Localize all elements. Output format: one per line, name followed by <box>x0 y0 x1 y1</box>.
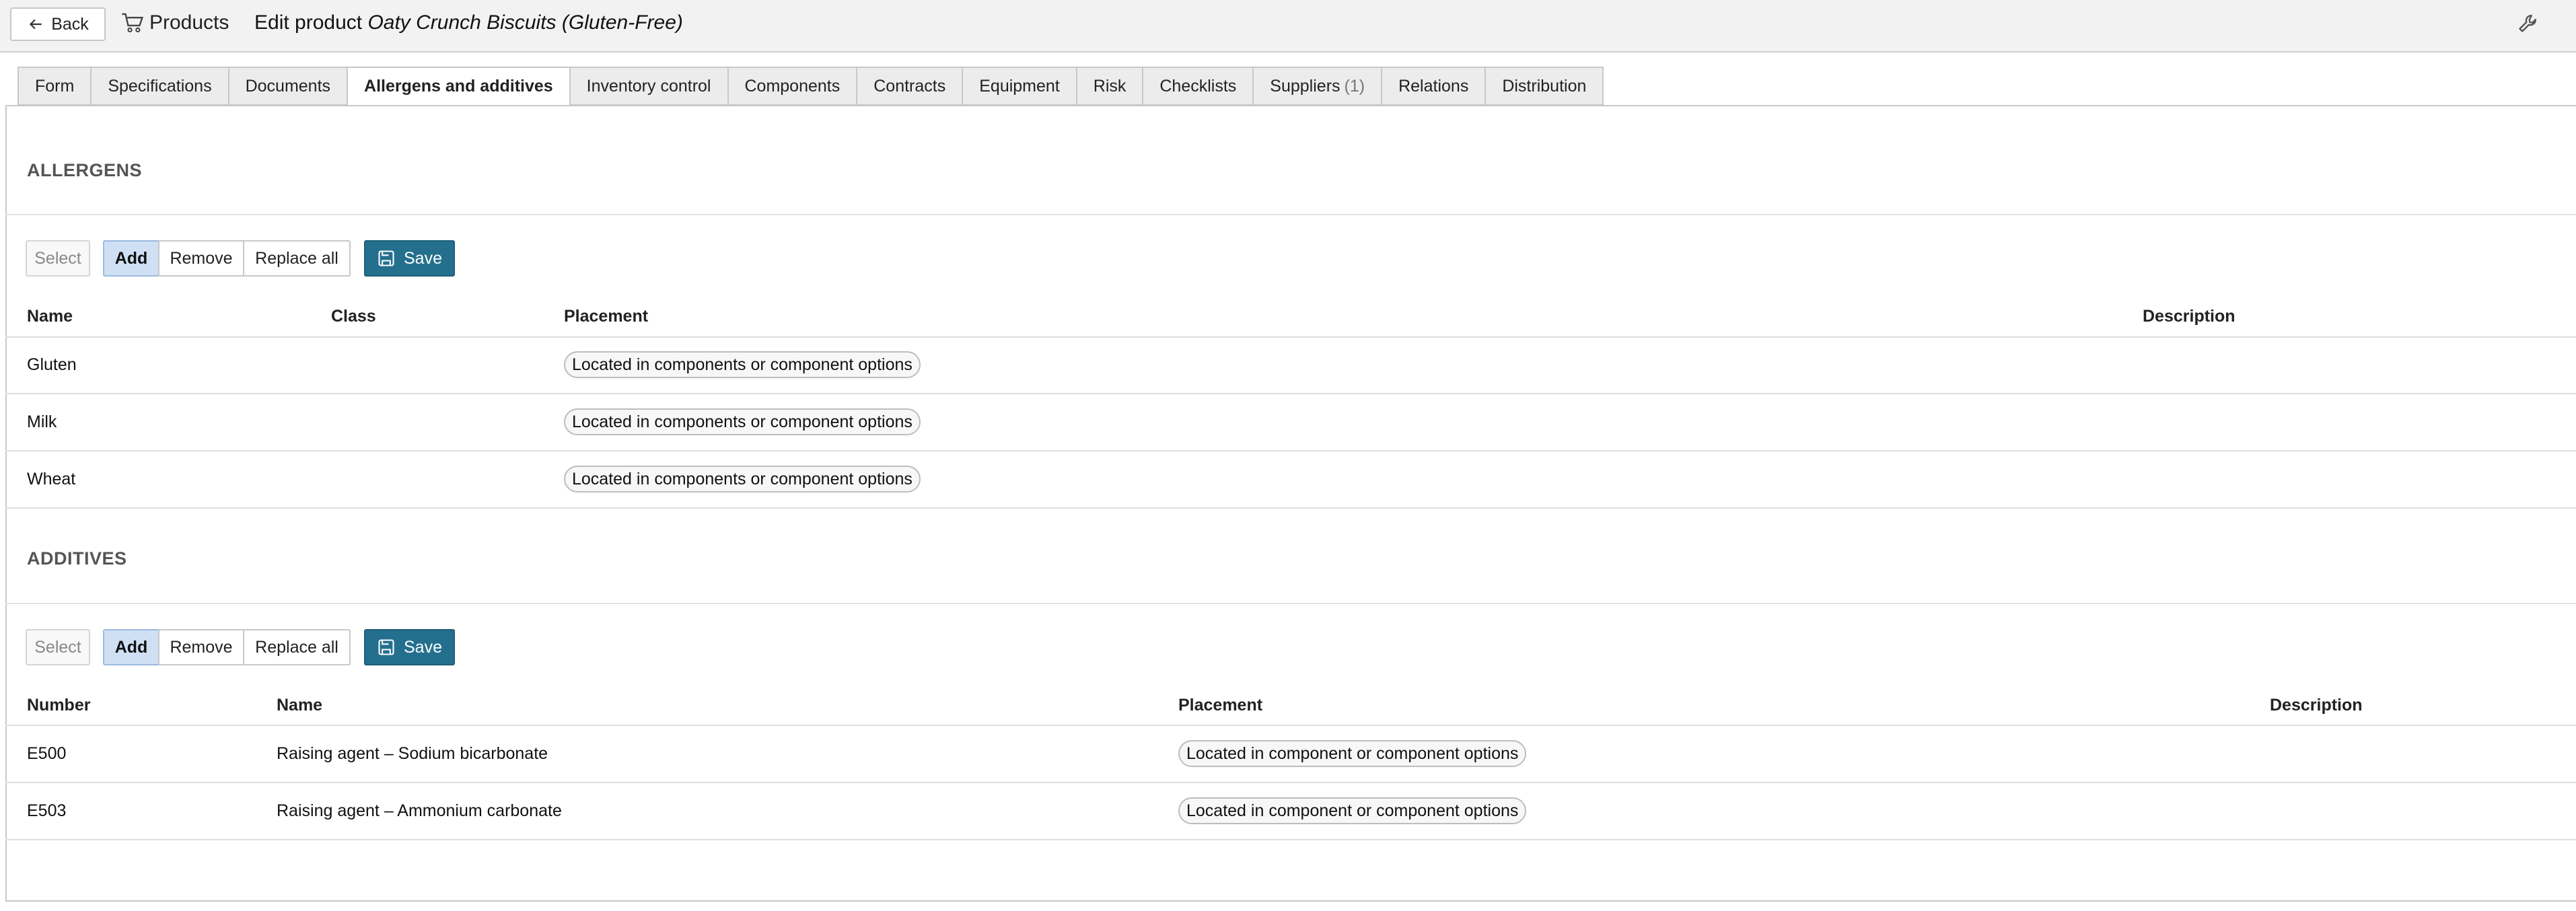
additive-number: E503 <box>27 801 67 820</box>
allergen-name: Milk <box>27 412 57 431</box>
page-title-product-name: Oaty Crunch Biscuits (Gluten-Free) <box>367 11 683 34</box>
allergens-mode-toggle: Add Remove Replace all <box>103 240 351 277</box>
tab-relations[interactable]: Relations <box>1381 67 1485 106</box>
tab-label: Equipment <box>979 76 1060 96</box>
arrow-left-icon <box>30 19 42 30</box>
tab-label: Suppliers <box>1270 76 1340 96</box>
page-title-prefix: Edit product <box>254 11 363 34</box>
allergens-heading: ALLERGENS <box>27 160 143 180</box>
column-header-placement[interactable]: Placement <box>564 307 648 326</box>
placement-badge: Located in component or component option… <box>1178 797 1527 824</box>
placement-badge: Located in components or component optio… <box>564 408 921 435</box>
breadcrumb-products[interactable]: Products <box>121 9 229 36</box>
column-header-number[interactable]: Number <box>27 696 90 715</box>
additives-replace-all-button[interactable]: Replace all <box>243 629 351 665</box>
placement-badge: Located in component or component option… <box>1178 740 1527 767</box>
allergen-name: Gluten <box>27 355 77 374</box>
save-icon <box>378 639 394 655</box>
breadcrumb-products-label: Products <box>149 11 229 34</box>
divider <box>5 214 2576 215</box>
placement-badge: Located in components or component optio… <box>564 466 921 493</box>
table-header-divider <box>5 725 2576 726</box>
shopping-cart-icon <box>122 13 144 33</box>
placement-badge: Located in components or component optio… <box>564 351 921 378</box>
additive-number: E500 <box>27 744 67 763</box>
wrench-icon[interactable] <box>2517 12 2541 36</box>
tab-risk[interactable]: Risk <box>1075 67 1143 106</box>
tab-documents[interactable]: Documents <box>227 67 347 106</box>
column-header-placement[interactable]: Placement <box>1178 696 1262 715</box>
additives-select-button[interactable]: Select <box>26 629 90 665</box>
divider <box>5 603 2576 604</box>
table-row-divider <box>5 839 2576 840</box>
tab-equipment[interactable]: Equipment <box>962 67 1076 106</box>
tab-allergens-and-additives[interactable]: Allergens and additives <box>347 67 569 106</box>
back-button-label: Back <box>51 14 89 34</box>
additives-add-button[interactable]: Add <box>103 629 159 665</box>
table-header-divider <box>5 336 2576 338</box>
additives-save-button[interactable]: Save <box>364 629 455 665</box>
tab-checklists[interactable]: Checklists <box>1142 67 1253 106</box>
page-title: Edit product Oaty Crunch Biscuits (Glute… <box>254 9 683 36</box>
allergen-name: Wheat <box>27 470 76 488</box>
tab-suppliers[interactable]: Suppliers (1) <box>1252 67 1382 106</box>
additives-heading: ADDITIVES <box>27 548 127 569</box>
table-row-divider <box>5 450 2576 451</box>
top-bar: Back Products Edit product Oaty Crunch B… <box>0 0 2576 52</box>
table-row-divider <box>5 393 2576 394</box>
tab-components[interactable]: Components <box>727 67 857 106</box>
tab-form[interactable]: Form <box>17 67 91 106</box>
allergens-save-label: Save <box>404 248 442 268</box>
additives-remove-button[interactable]: Remove <box>158 629 244 665</box>
tab-label: Documents <box>245 76 331 96</box>
tab-label: Distribution <box>1502 76 1587 96</box>
tab-distribution[interactable]: Distribution <box>1484 67 1604 106</box>
tab-label: Specifications <box>108 76 212 96</box>
tab-count-badge: (1) <box>1344 76 1365 96</box>
back-button[interactable]: Back <box>10 7 106 41</box>
table-row-divider <box>5 782 2576 783</box>
allergens-add-button[interactable]: Add <box>103 240 159 277</box>
tab-label: Inventory control <box>586 76 711 96</box>
table-row-divider <box>5 507 2576 509</box>
column-header-description[interactable]: Description <box>2270 696 2363 715</box>
additives-mode-toggle: Add Remove Replace all <box>103 629 351 665</box>
additive-name: Raising agent – Ammonium carbonate <box>277 801 562 820</box>
tab-label: Risk <box>1093 76 1126 96</box>
additives-save-label: Save <box>404 637 442 657</box>
tab-specifications[interactable]: Specifications <box>90 67 228 106</box>
tab-label: Allergens and additives <box>364 76 553 96</box>
tab-contracts[interactable]: Contracts <box>856 67 962 106</box>
column-header-name[interactable]: Name <box>277 696 322 715</box>
allergens-save-button[interactable]: Save <box>364 240 455 277</box>
tab-label: Form <box>35 76 75 96</box>
allergens-replace-all-button[interactable]: Replace all <box>243 240 351 277</box>
column-header-name[interactable]: Name <box>27 307 73 326</box>
column-header-class[interactable]: Class <box>331 307 376 326</box>
tab-label: Contracts <box>873 76 946 96</box>
save-icon <box>378 250 394 266</box>
column-header-description[interactable]: Description <box>2143 307 2235 326</box>
additive-name: Raising agent – Sodium bicarbonate <box>277 744 548 763</box>
tab-label: Relations <box>1398 76 1469 96</box>
allergens-select-button[interactable]: Select <box>26 240 90 277</box>
allergens-remove-button[interactable]: Remove <box>158 240 244 277</box>
tab-label: Components <box>744 76 840 96</box>
tab-inventory-control[interactable]: Inventory control <box>569 67 727 106</box>
tab-label: Checklists <box>1159 76 1237 96</box>
tab-bar: Form Specifications Documents Allergens … <box>17 67 1604 106</box>
